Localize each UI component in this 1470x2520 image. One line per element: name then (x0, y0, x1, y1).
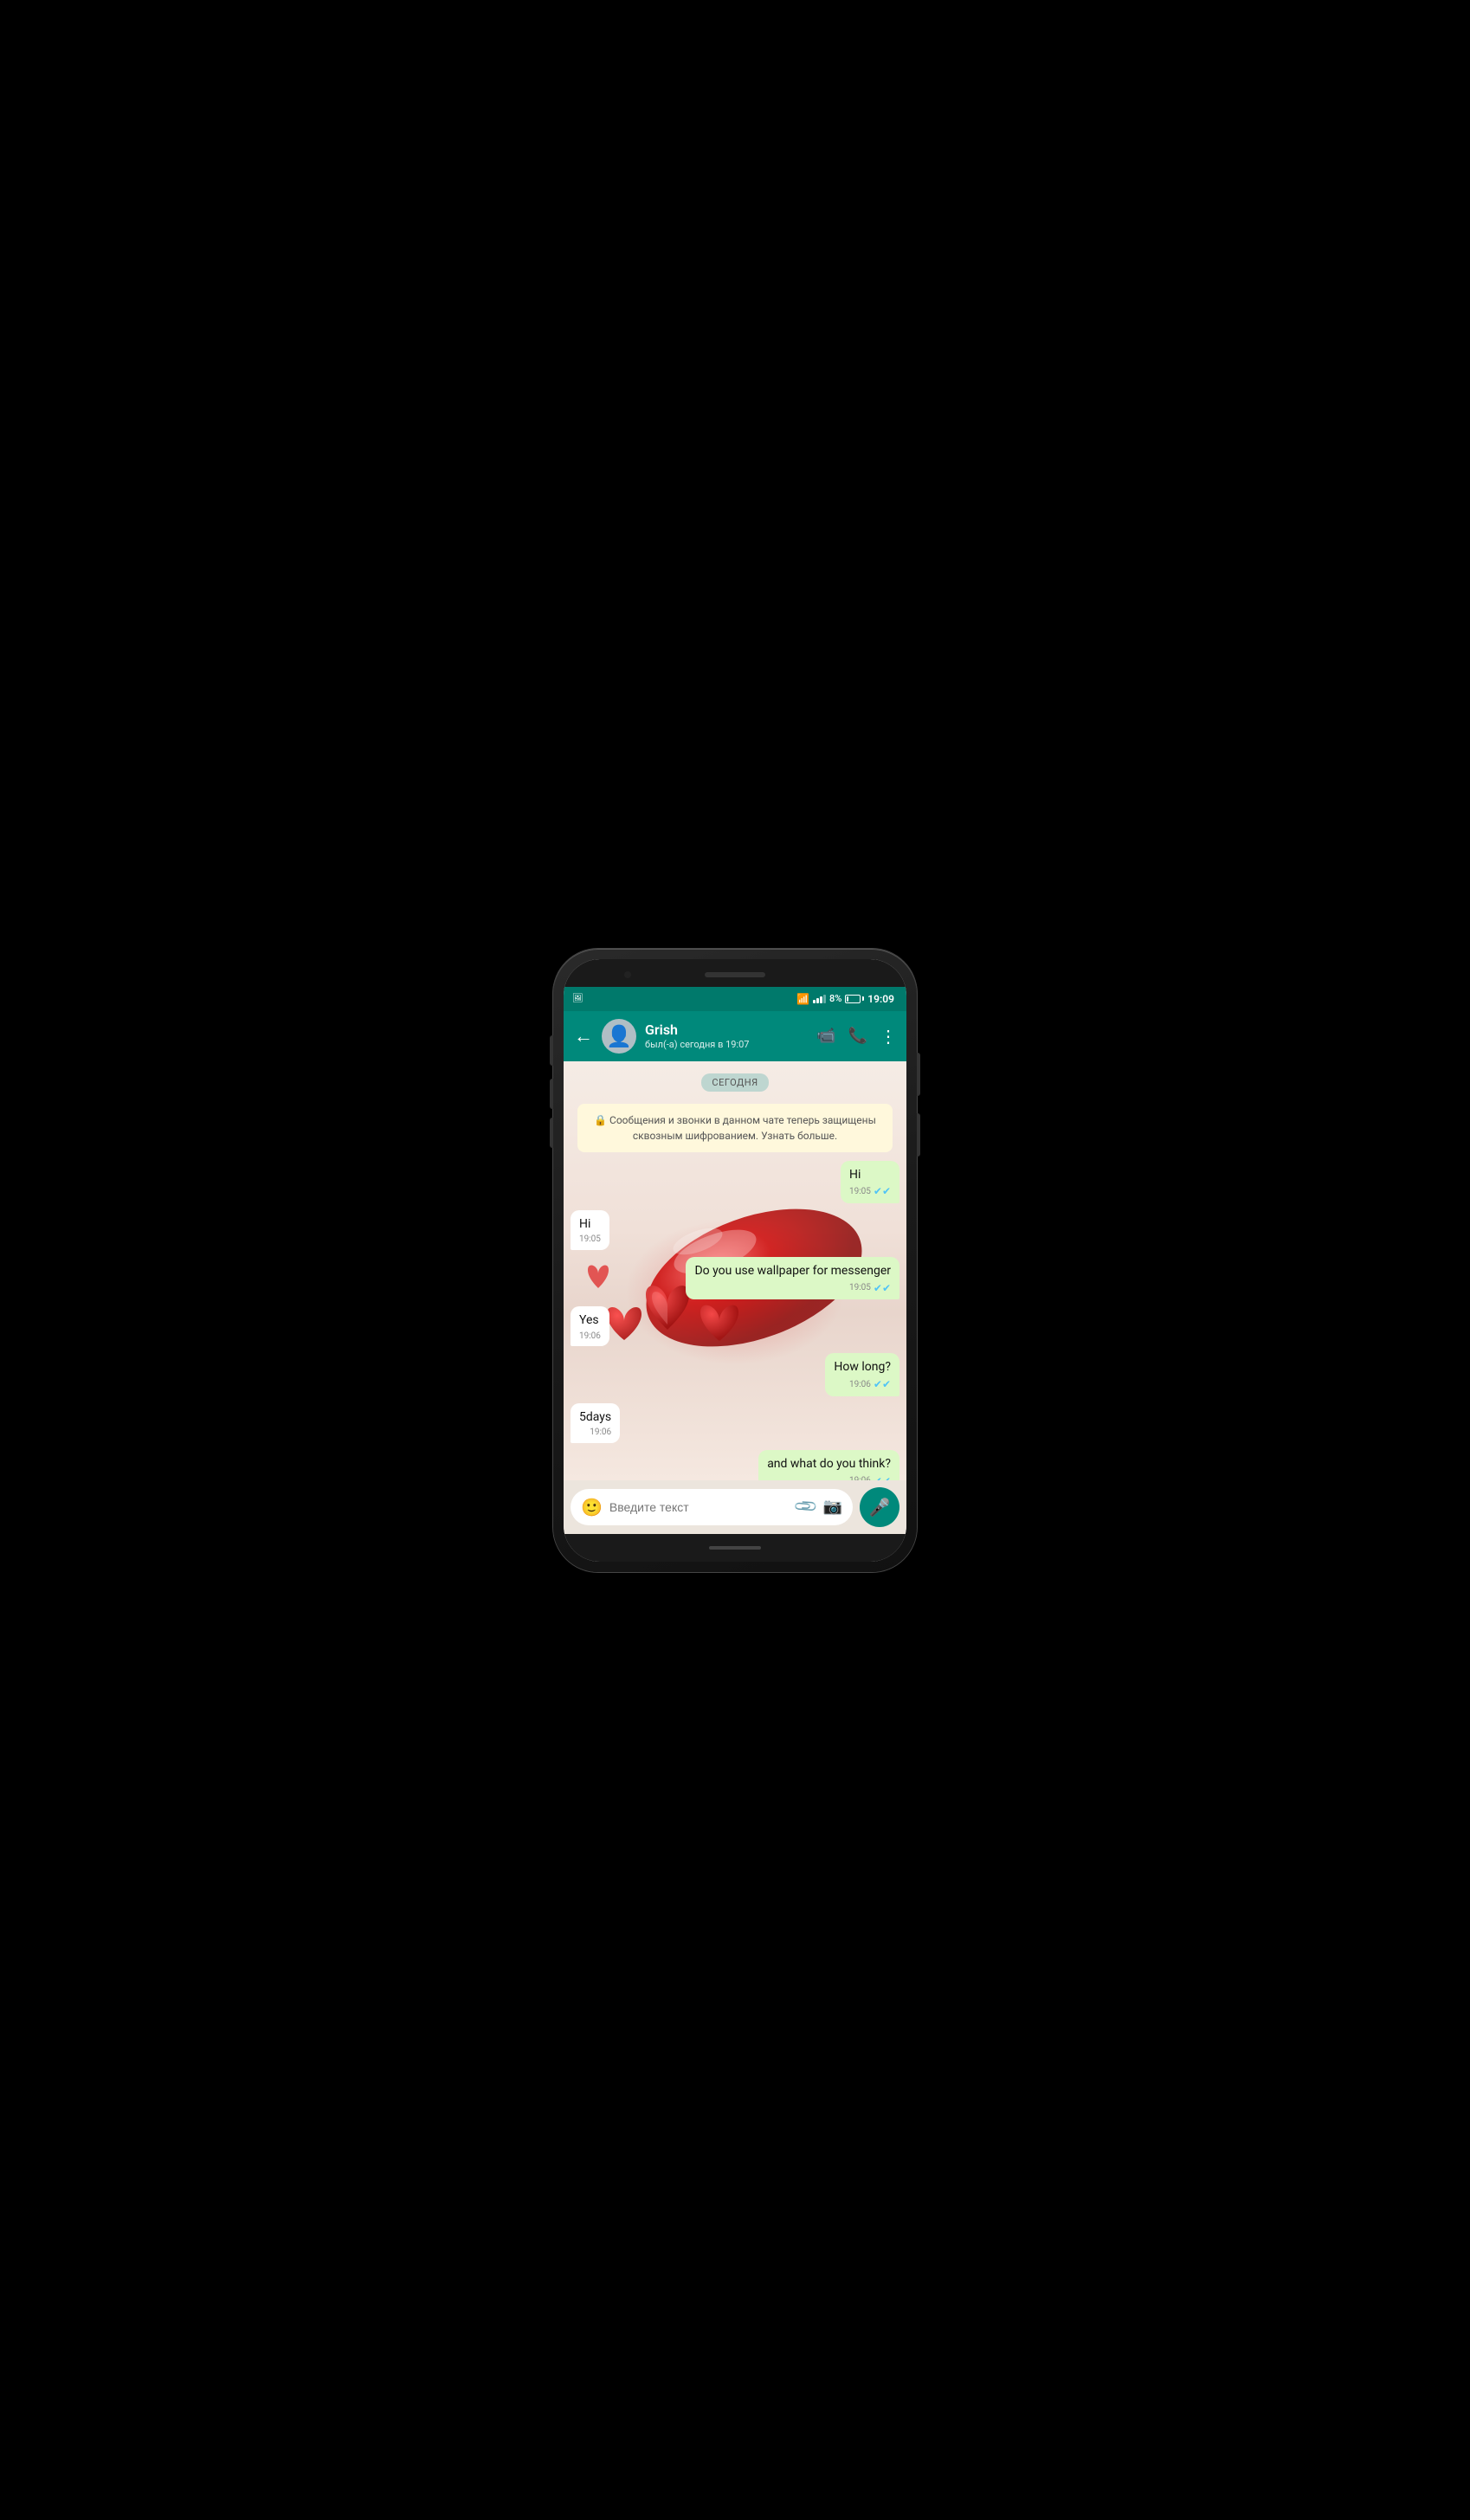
message-row: Hi 19:05 (571, 1210, 899, 1250)
chat-messages: СЕГОДНЯ 🔒 Сообщения и звонки в данном ча… (571, 1068, 899, 1480)
contact-info[interactable]: Grish был(-а) сегодня в 19:07 (645, 1022, 808, 1049)
camera-button[interactable]: 📷 (823, 1498, 842, 1516)
emoji-button[interactable]: 🙂 (581, 1497, 603, 1518)
message-time: 19:06 (579, 1331, 601, 1343)
message-meta: 19:06 ✔✔ (767, 1474, 891, 1480)
mic-button[interactable]: 🎤 (860, 1487, 899, 1527)
app-header: ← 👤 Grish был(-а) сегодня в 19:07 📹 📞 ⋮ (564, 1011, 906, 1061)
input-area: 🙂 📎 📷 🎤 (564, 1480, 906, 1534)
video-call-icon[interactable]: 📹 (816, 1027, 835, 1045)
battery-percent: 8% (829, 993, 841, 1004)
message-row: Do you use wallpaper for messenger 19:05… (571, 1257, 899, 1299)
message-time: 19:05 (849, 1186, 871, 1198)
message-meta: 19:05 ✔✔ (694, 1281, 891, 1295)
message-time: 19:05 (849, 1282, 871, 1294)
message-text: Hi (849, 1168, 861, 1182)
voice-call-icon[interactable]: 📞 (848, 1027, 867, 1045)
message-text: 5days (579, 1410, 611, 1424)
phone-screen: 🖼 📶 8% 19:09 (564, 959, 906, 1562)
message-row: Yes 19:06 (571, 1306, 899, 1346)
message-meta: 19:05 (579, 1234, 601, 1246)
message-meta: 19:06 ✔✔ (834, 1377, 891, 1391)
encryption-text: 🔒 Сообщения и звонки в данном чате тепер… (594, 1114, 876, 1142)
message-bubble-received: Hi 19:05 (571, 1210, 609, 1250)
message-input-box[interactable]: 🙂 📎 📷 (571, 1489, 853, 1525)
message-input[interactable] (609, 1500, 790, 1514)
message-meta: 19:05 ✔✔ (849, 1184, 891, 1198)
contact-name: Grish (645, 1022, 808, 1038)
message-meta: 19:06 (579, 1331, 601, 1343)
phone-bottom-bar (564, 1534, 906, 1562)
message-meta: 19:06 (579, 1427, 611, 1439)
message-bubble-received: 5days 19:06 (571, 1403, 620, 1443)
header-icons: 📹 📞 ⋮ (816, 1026, 896, 1047)
mic-icon: 🎤 (869, 1497, 891, 1518)
message-text: Do you use wallpaper for messenger (694, 1264, 891, 1278)
message-text: Hi (579, 1217, 590, 1231)
attach-button[interactable]: 📎 (793, 1493, 820, 1520)
contact-status: был(-а) сегодня в 19:07 (645, 1039, 808, 1050)
status-left: 🖼 (572, 994, 583, 1003)
read-ticks: ✔✔ (874, 1474, 891, 1480)
status-bar: 🖼 📶 8% 19:09 (564, 987, 906, 1011)
back-button[interactable]: ← (574, 1025, 593, 1047)
message-bubble-sent: Hi 19:05 ✔✔ (841, 1161, 899, 1203)
message-row: and what do you think? 19:06 ✔✔ (571, 1450, 899, 1480)
message-row: 5days 19:06 (571, 1403, 899, 1443)
message-bubble-sent: and what do you think? 19:06 ✔✔ (758, 1450, 899, 1480)
message-row: How long? 19:06 ✔✔ (571, 1353, 899, 1395)
read-ticks: ✔✔ (874, 1377, 891, 1391)
read-ticks: ✔✔ (874, 1184, 891, 1198)
more-options-icon[interactable]: ⋮ (880, 1026, 896, 1047)
message-bubble-sent: Do you use wallpaper for messenger 19:05… (686, 1257, 899, 1299)
speaker-grill (705, 972, 765, 977)
notification-icon: 🖼 (572, 994, 583, 1003)
avatar[interactable]: 👤 (602, 1019, 636, 1054)
message-time: 19:05 (579, 1234, 601, 1246)
message-bubble-received: Yes 19:06 (571, 1306, 609, 1346)
wifi-icon: 📶 (796, 993, 809, 1005)
chat-area: СЕГОДНЯ 🔒 Сообщения и звонки в данном ча… (564, 1061, 906, 1480)
encryption-notice: 🔒 Сообщения и звонки в данном чате тепер… (577, 1104, 893, 1152)
status-right: 📶 8% 19:09 (796, 993, 894, 1005)
message-text: Yes (579, 1313, 599, 1327)
phone-top-bar (564, 959, 906, 987)
battery-icon (845, 995, 864, 1003)
avatar-placeholder-icon: 👤 (606, 1024, 632, 1048)
home-indicator (709, 1546, 761, 1550)
message-bubble-sent: How long? 19:06 ✔✔ (825, 1353, 899, 1395)
camera-dot (624, 971, 631, 978)
read-ticks: ✔✔ (874, 1281, 891, 1295)
phone-device: 🖼 📶 8% 19:09 (553, 949, 917, 1572)
message-time: 19:06 (849, 1379, 871, 1391)
message-text: How long? (834, 1360, 891, 1374)
message-text: and what do you think? (767, 1457, 891, 1471)
signal-bars (813, 995, 826, 1003)
date-badge: СЕГОДНЯ (701, 1073, 768, 1092)
message-time: 19:06 (590, 1427, 611, 1439)
status-time: 19:09 (867, 993, 894, 1005)
message-row: Hi 19:05 ✔✔ (571, 1161, 899, 1203)
